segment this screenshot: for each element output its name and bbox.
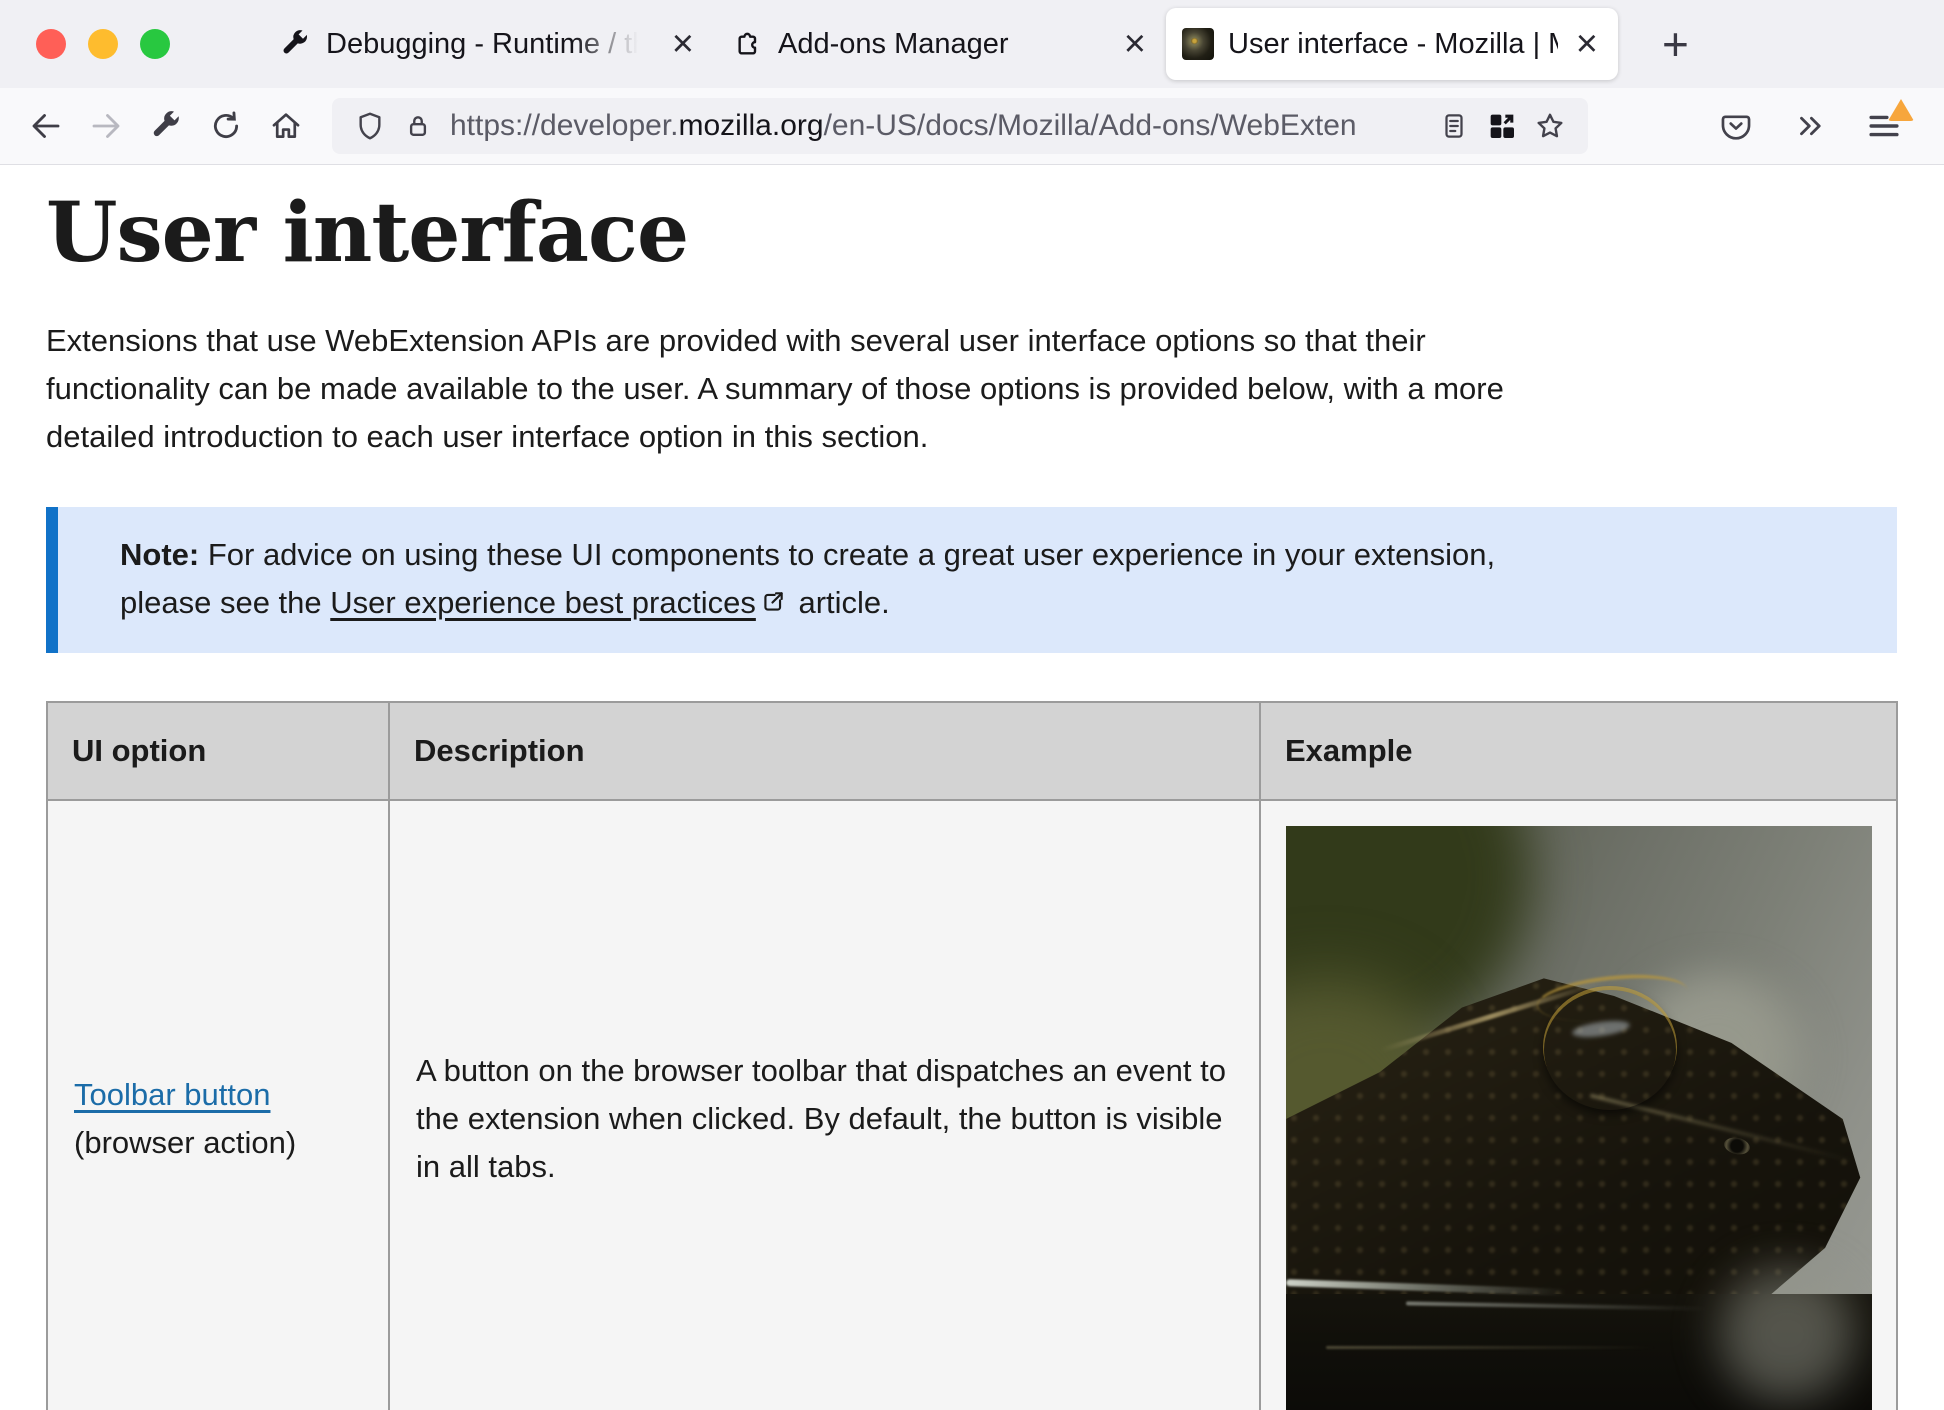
ui-option-cell: Toolbar button (browser action) [47, 800, 389, 1410]
note-text: Note: For advice on using these UI compo… [120, 531, 1590, 629]
puzzle-icon [730, 27, 764, 61]
window-controls [0, 29, 198, 59]
navigation-toolbar: https://developer.mozilla.org/en-US/docs… [0, 88, 1944, 165]
browser-window: Debugging - Runtime / this-firefox × Add… [0, 0, 1944, 1410]
tab-title: Add-ons Manager [778, 28, 1106, 61]
note-after-link: article. [790, 585, 890, 620]
header-description: Description [389, 702, 1260, 800]
app-menu-hamburger-icon[interactable] [1854, 97, 1914, 155]
ux-best-practices-link[interactable]: User experience best practices [330, 585, 756, 620]
url-path: /en-US/docs/Mozilla/Add-ons/WebExten [824, 109, 1357, 142]
description-cell: A button on the browser toolbar that dis… [389, 800, 1260, 1410]
tab-addons-manager[interactable]: Add-ons Manager × [714, 8, 1166, 80]
table-row-toolbar-button: Toolbar button (browser action) A button… [47, 800, 1897, 1410]
intro-paragraph: Extensions that use WebExtension APIs ar… [46, 317, 1516, 461]
tab-user-interface-active[interactable]: User interface - Mozilla | MDN × [1166, 8, 1618, 80]
frog-example-photo [1286, 826, 1872, 1410]
tab-close-icon[interactable]: × [668, 25, 698, 63]
url-domain: mozilla.org [679, 109, 824, 142]
minimize-window-button[interactable] [88, 29, 118, 59]
back-button[interactable] [16, 97, 76, 155]
update-available-badge [1888, 99, 1914, 121]
tab-close-icon[interactable]: × [1572, 25, 1602, 63]
fullscreen-window-button[interactable] [140, 29, 170, 59]
tracking-protection-shield-icon[interactable] [346, 102, 394, 150]
extension-grid-icon[interactable] [1478, 102, 1526, 150]
note-callout: Note: For advice on using these UI compo… [46, 507, 1897, 653]
external-link-icon [760, 581, 786, 629]
developer-tools-wrench-icon[interactable] [136, 97, 196, 155]
tab-debugging[interactable]: Debugging - Runtime / this-firefox × [262, 8, 714, 80]
frog-favicon [1182, 28, 1214, 60]
ui-option-subtext: (browser action) [74, 1125, 296, 1160]
overflow-chevrons-icon[interactable] [1780, 97, 1840, 155]
toolbar-right-cluster [1706, 97, 1928, 155]
table-header-row: UI option Description Example [47, 702, 1897, 800]
tab-title: User interface - Mozilla | MDN [1228, 28, 1558, 61]
close-window-button[interactable] [36, 29, 66, 59]
tab-strip: Debugging - Runtime / this-firefox × Add… [262, 0, 1618, 88]
page-content: User interface Extensions that use WebEx… [0, 189, 1944, 1410]
wrench-icon [278, 27, 312, 61]
toolbar-button-link[interactable]: Toolbar button [74, 1077, 270, 1112]
header-example: Example [1260, 702, 1897, 800]
forward-button[interactable] [76, 97, 136, 155]
https-lock-icon[interactable] [394, 102, 442, 150]
header-ui-option: UI option [47, 702, 389, 800]
pocket-icon[interactable] [1706, 97, 1766, 155]
ui-options-table: UI option Description Example Toolbar bu… [46, 701, 1898, 1410]
tab-bar: Debugging - Runtime / this-firefox × Add… [0, 0, 1944, 88]
page-title: User interface [46, 189, 1898, 277]
tab-title: Debugging - Runtime / this-firefox [326, 28, 654, 61]
url-text[interactable]: https://developer.mozilla.org/en-US/docs… [450, 109, 1422, 143]
home-button[interactable] [256, 97, 316, 155]
note-label: Note: [120, 537, 199, 572]
reader-mode-icon[interactable] [1430, 102, 1478, 150]
tab-close-icon[interactable]: × [1120, 25, 1150, 63]
new-tab-button[interactable]: + [1652, 21, 1699, 67]
url-bar[interactable]: https://developer.mozilla.org/en-US/docs… [332, 98, 1588, 154]
example-cell [1260, 800, 1897, 1410]
url-prefix: https://developer. [450, 109, 679, 142]
bookmark-star-icon[interactable] [1526, 102, 1574, 150]
reload-button[interactable] [196, 97, 256, 155]
